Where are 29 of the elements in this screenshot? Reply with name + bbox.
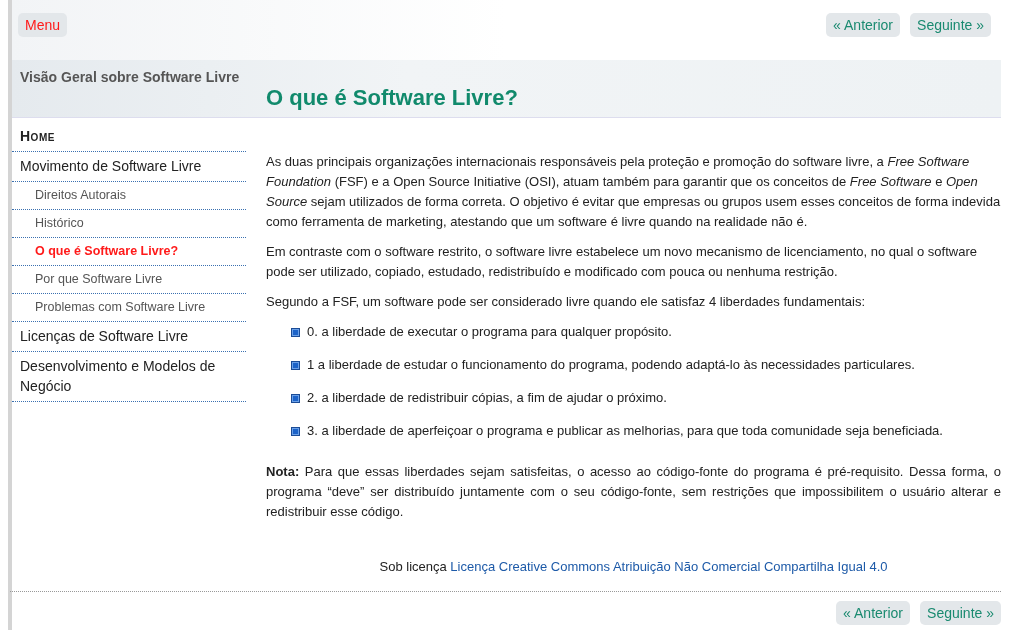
list-item-text: 3. a liberdade de aperfeiçoar o programa e publicar as melhorias, para que toda comunidade seja beneficiada.	[307, 422, 943, 440]
sidebar-link[interactable]: Licenças de Software Livre	[12, 322, 246, 352]
paragraph: As duas principais organizações internacionais responsáveis pela proteção e promoção do software livre, a Free Software Foundation (FSF) e a Open Source Initiative (OSI), atuam também para garantir que os conceitos de Free Software e Open Source sejam utilizados de forma correta. O objetivo é evitar que empresas ou grupos usem esses conceitos de forma indevida como ferramenta de marketing, atestando que um software é livre quando na realidade não é.	[266, 153, 1001, 231]
sidebar-link[interactable]: Direitos Autorais	[12, 182, 246, 210]
previous-button[interactable]: « Anterior	[836, 601, 911, 625]
sidebar-link[interactable]: Por que Software Livre	[12, 266, 246, 294]
list-item-text: 1 a liberdade de estudar o funcionamento do programa, podendo adaptá-lo às necessidades particulares.	[307, 356, 915, 374]
paragraph: Segundo a FSF, um software pode ser considerado livre quando ele satisfaz 4 liberdades fundamentais:	[266, 293, 867, 311]
square-bullet-icon	[291, 360, 300, 370]
page-title: O que é Software Livre?	[265, 85, 518, 112]
square-bullet-icon	[291, 327, 300, 337]
square-bullet-icon	[291, 426, 300, 436]
note-paragraph: Nota: Para que essas liberdades sejam satisfeitas, o acesso ao código-fonte do programa é pré-requisito. Dessa forma, o programa “deve” ser distribuído juntamente com o seu código-fonte, sem restrições que impossibilitem o usuário alterar e redistribuir esse código.	[266, 463, 1001, 521]
license-link[interactable]: Licença Creative Commons Atribuição Não Comercial Compartilha Igual 4.0	[450, 559, 888, 574]
sidebar-link[interactable]: Home	[12, 122, 246, 152]
list-item-text: 0. a liberdade de executar o programa para qualquer propósito.	[307, 323, 672, 341]
paragraph: Em contraste com o software restrito, o software livre estabelece um novo mecanismo de licenciamento, no qual o software pode ser utilizado, copiado, estudado, redistribuído e modificado com pouca ou nenhuma restrição.	[266, 243, 978, 281]
list-item-text: 2. a liberdade de redistribuir cópias, a fim de ajudar o próximo.	[307, 389, 667, 407]
next-button[interactable]: Seguinte »	[910, 13, 991, 37]
sidebar-link[interactable]: O que é Software Livre?	[12, 238, 246, 266]
sidebar-link[interactable]: Histórico	[12, 210, 246, 238]
sidebar-link[interactable]: Desenvolvimento e Modelos de Negócio	[12, 352, 246, 402]
next-button[interactable]: Seguinte »	[920, 601, 1001, 625]
sidebar-link[interactable]: Movimento de Software Livre	[12, 152, 246, 182]
square-bullet-icon	[291, 393, 300, 403]
sidebar-link[interactable]: Problemas com Software Livre	[12, 294, 246, 322]
license-label: Sob licença	[379, 559, 447, 574]
section-title: Visão Geral sobre Software Livre	[19, 68, 241, 87]
previous-button[interactable]: « Anterior	[826, 13, 901, 37]
